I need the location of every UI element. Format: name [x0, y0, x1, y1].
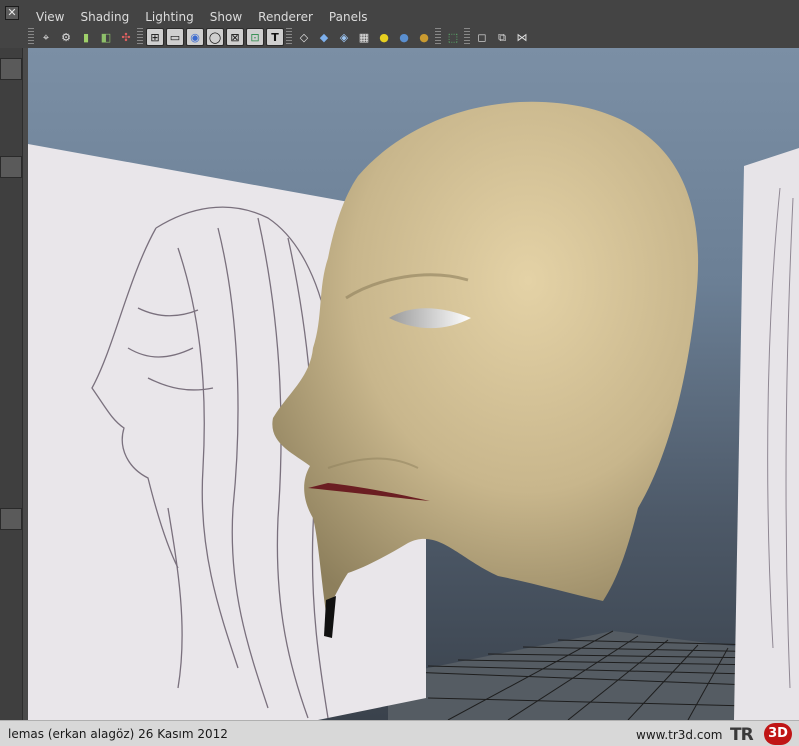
left-side-panel	[0, 48, 28, 720]
head-model[interactable]	[272, 101, 699, 638]
scene-render	[28, 101, 799, 720]
toolbar-separator	[435, 28, 441, 46]
camera-tools-icon[interactable]: ✣	[117, 28, 135, 46]
panel-menubar: View Shading Lighting Show Renderer Pane…	[28, 7, 376, 25]
image-plane-icon[interactable]: ◧	[97, 28, 115, 46]
menu-view[interactable]: View	[28, 7, 72, 25]
all-lights-icon[interactable]: ●	[395, 28, 413, 46]
menu-renderer[interactable]: Renderer	[250, 7, 321, 25]
resolution-gate-icon[interactable]: ◉	[186, 28, 204, 46]
close-icon[interactable]: ✕	[5, 6, 19, 20]
xray-active-icon[interactable]: ⋈	[513, 28, 531, 46]
textured-icon[interactable]: ▦	[355, 28, 373, 46]
toolbar-separator	[464, 28, 470, 46]
safe-action-icon[interactable]: ⊡	[246, 28, 264, 46]
sketch-image-plane-right[interactable]	[734, 148, 799, 720]
author-credit: lemas (erkan alagöz) 26 Kasım 2012	[8, 727, 228, 741]
xray-icon[interactable]: ◻	[473, 28, 491, 46]
logo-text-tr: TR	[730, 725, 754, 745]
side-panel-field[interactable]	[0, 156, 22, 178]
menu-show[interactable]: Show	[202, 7, 250, 25]
smooth-shade-icon[interactable]: ◆	[315, 28, 333, 46]
menu-lighting[interactable]: Lighting	[137, 7, 202, 25]
side-panel-field[interactable]	[0, 508, 22, 530]
status-bar: lemas (erkan alagöz) 26 Kasım 2012 www.t…	[0, 720, 799, 746]
default-lighting-icon[interactable]: ●	[375, 28, 393, 46]
xray-joints-icon[interactable]: ⧉	[493, 28, 511, 46]
safe-title-icon[interactable]: T	[266, 28, 284, 46]
menu-panels[interactable]: Panels	[321, 7, 376, 25]
tr3d-logo: TR 3D	[730, 723, 794, 745]
bookmarks-icon[interactable]: ▮	[77, 28, 95, 46]
camera-select-icon[interactable]: ⌖	[37, 28, 55, 46]
site-url: www.tr3d.com	[636, 728, 723, 742]
panel-header: ✕ View Shading Lighting Show Renderer Pa…	[0, 0, 799, 48]
camera-attributes-icon[interactable]: ⚙	[57, 28, 75, 46]
logo-badge-3d: 3D	[764, 723, 792, 745]
wireframe-icon[interactable]: ◇	[295, 28, 313, 46]
side-panel-field[interactable]	[0, 58, 22, 80]
isolate-select-icon[interactable]: ⬚	[444, 28, 462, 46]
shadows-icon[interactable]: ●	[415, 28, 433, 46]
toolbar-separator	[137, 28, 143, 46]
menu-shading[interactable]: Shading	[72, 7, 137, 25]
toolbar-separator	[28, 28, 34, 46]
shade-wireframe-icon[interactable]: ◈	[335, 28, 353, 46]
film-gate-icon[interactable]: ▭	[166, 28, 184, 46]
gate-mask-icon[interactable]: ◯	[206, 28, 224, 46]
maya-viewport-window: ✕ View Shading Lighting Show Renderer Pa…	[0, 0, 799, 746]
perspective-viewport[interactable]	[28, 48, 799, 720]
grid-toggle-icon[interactable]: ⊞	[146, 28, 164, 46]
field-chart-icon[interactable]: ⊠	[226, 28, 244, 46]
panel-toolbar: ⌖ ⚙ ▮ ◧ ✣ ⊞ ▭ ◉ ◯ ⊠ ⊡ T ◇ ◆ ◈ ▦ ● ● ● ⬚ …	[28, 27, 533, 47]
toolbar-separator	[286, 28, 292, 46]
